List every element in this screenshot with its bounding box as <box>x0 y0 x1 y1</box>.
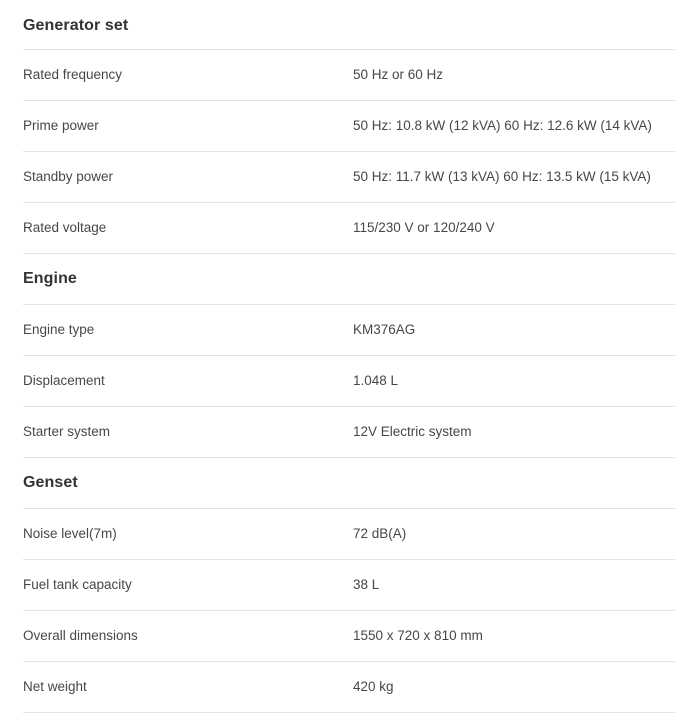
spec-value: 72 dB(A) <box>353 526 407 542</box>
table-row: Engine type KM376AG <box>23 305 675 356</box>
table-row: Noise level(7m) 72 dB(A) <box>23 509 675 560</box>
section-title: Genset <box>23 474 78 492</box>
table-row: Rated voltage 115/230 V or 120/240 V <box>23 203 675 254</box>
spec-label: Rated frequency <box>23 67 123 83</box>
spec-value: 1.048 L <box>353 373 399 389</box>
spec-label: Engine type <box>23 322 95 338</box>
section-title: Generator set <box>23 16 129 34</box>
spec-value: 420 kg <box>353 679 394 695</box>
specification-table: Generator set Rated frequency 50 Hz or 6… <box>0 0 698 713</box>
spec-label: Net weight <box>23 679 87 695</box>
spec-label: Overall dimensions <box>23 628 138 644</box>
spec-value: 12V Electric system <box>353 424 472 440</box>
table-row: Overall dimensions 1550 x 720 x 810 mm <box>23 611 675 662</box>
spec-value: 50 Hz: 10.8 kW (12 kVA) 60 Hz: 12.6 kW (… <box>353 118 652 134</box>
spec-label: Rated voltage <box>23 220 107 236</box>
spec-value: 38 L <box>353 577 380 593</box>
spec-value: 50 Hz: 11.7 kW (13 kVA) 60 Hz: 13.5 kW (… <box>353 169 651 185</box>
table-row: Standby power 50 Hz: 11.7 kW (13 kVA) 60… <box>23 152 675 203</box>
spec-value: 1550 x 720 x 810 mm <box>353 628 483 644</box>
table-row: Net weight 420 kg <box>23 662 675 713</box>
spec-label: Starter system <box>23 424 111 440</box>
table-row: Rated frequency 50 Hz or 60 Hz <box>23 50 675 101</box>
spec-label: Fuel tank capacity <box>23 577 132 593</box>
spec-label: Noise level(7m) <box>23 526 117 542</box>
spec-label: Displacement <box>23 373 105 389</box>
spec-value: KM376AG <box>353 322 416 338</box>
section-header-engine: Engine <box>23 254 675 305</box>
section-header-generator-set: Generator set <box>23 0 675 50</box>
spec-value: 115/230 V or 120/240 V <box>353 220 495 236</box>
section-header-genset: Genset <box>23 458 675 509</box>
spec-label: Prime power <box>23 118 99 134</box>
table-row: Fuel tank capacity 38 L <box>23 560 675 611</box>
section-title: Engine <box>23 270 77 288</box>
spec-label: Standby power <box>23 169 114 185</box>
spec-value: 50 Hz or 60 Hz <box>353 67 444 83</box>
table-row: Starter system 12V Electric system <box>23 407 675 458</box>
table-row: Prime power 50 Hz: 10.8 kW (12 kVA) 60 H… <box>23 101 675 152</box>
table-row: Displacement 1.048 L <box>23 356 675 407</box>
